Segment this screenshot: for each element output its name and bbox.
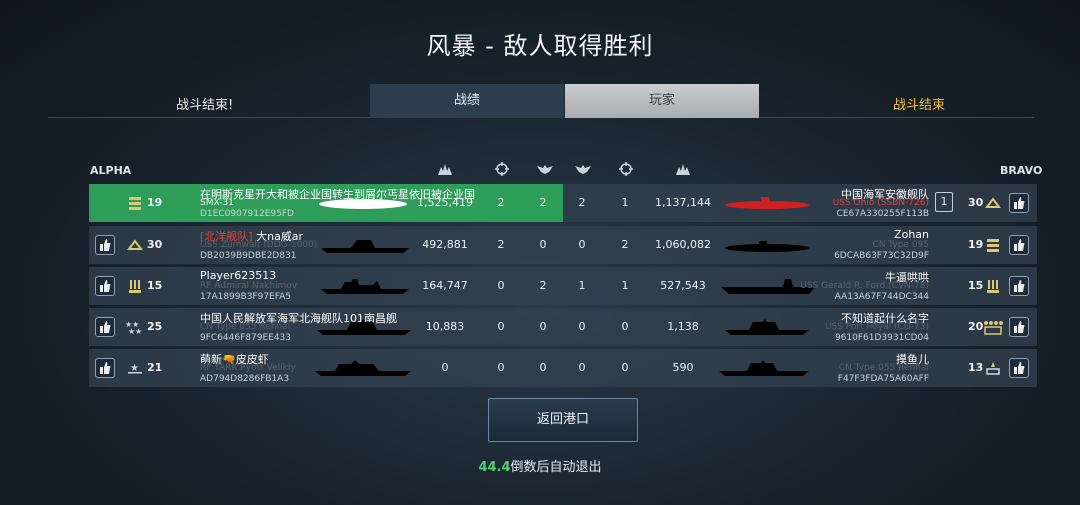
tab-bar: 战斗结束! 战绩 玩家 战斗结束 bbox=[48, 84, 1034, 118]
table-row: ★ ★ ★ ★ 25 中国人民解放军海军北海舰队101南昌舰 CN Type 055 … bbox=[89, 308, 1037, 346]
like-button[interactable] bbox=[1009, 193, 1029, 213]
player-rank: 25 bbox=[147, 320, 163, 333]
damage-icon bbox=[437, 162, 453, 176]
stat-value: 1 bbox=[621, 279, 629, 292]
stat-value: 1,138 bbox=[667, 320, 699, 333]
player-ship: CN Type 055 Renhai bbox=[200, 322, 291, 332]
rank-icon bbox=[985, 360, 1001, 376]
player-rank: 15 bbox=[968, 279, 984, 292]
player-rank: 21 bbox=[147, 361, 163, 374]
like-button[interactable] bbox=[95, 358, 115, 378]
stat-value: 1,060,082 bbox=[655, 238, 711, 251]
left-status-label: 战斗结束! bbox=[176, 98, 234, 113]
player-id: 17A1899B3F97EFA5 bbox=[200, 292, 291, 302]
countdown-text: 倒数后自动退出 bbox=[510, 460, 602, 475]
stat-value: 1 bbox=[621, 196, 629, 209]
like-button[interactable] bbox=[1009, 276, 1029, 296]
submarine-silhouette-icon bbox=[721, 194, 811, 212]
page-title: 风暴 - 敌人取得胜利 bbox=[426, 32, 654, 60]
rank-icon bbox=[985, 237, 1001, 253]
auto-exit-countdown: 44.4倒数后自动退出 bbox=[0, 456, 1080, 475]
tab-stats[interactable]: 战绩 bbox=[370, 84, 564, 118]
player-rank: 15 bbox=[147, 279, 163, 292]
star-rank-icon: ★ bbox=[127, 360, 143, 376]
stat-value: 590 bbox=[672, 361, 694, 374]
player-ship: USS Port Royal (CG-73) bbox=[824, 322, 929, 332]
player-rank: 30 bbox=[968, 196, 984, 209]
return-to-port-button[interactable]: 返回港口 bbox=[488, 398, 638, 442]
stat-value: 10,883 bbox=[425, 320, 465, 333]
player-rank: 30 bbox=[147, 238, 163, 251]
stat-value: 527,543 bbox=[660, 279, 706, 292]
tab-players[interactable]: 玩家 bbox=[565, 84, 759, 118]
submarine-silhouette-icon bbox=[721, 236, 811, 254]
crosshair-icon bbox=[494, 162, 510, 176]
submarine-silhouette-icon bbox=[317, 194, 409, 212]
like-button[interactable] bbox=[95, 276, 115, 296]
ship-silhouette-icon bbox=[725, 318, 809, 336]
like-button[interactable] bbox=[1009, 317, 1029, 337]
rank-icon bbox=[127, 278, 143, 294]
player-id: AD794D8286FB1A3 bbox=[200, 374, 290, 384]
ship-silhouette-icon bbox=[315, 359, 411, 377]
eagle-icon bbox=[575, 162, 591, 176]
player-id: 6DCAB63F73C32D9F bbox=[834, 251, 929, 261]
table-row: ★ 21 萌新🔫皮皮虾 RF TARK Pyotr Velikiy AD794D… bbox=[89, 349, 1037, 387]
player-ship: CN Type 055 Renhai bbox=[838, 363, 929, 373]
team-bravo-label: BRAVO bbox=[1000, 164, 1043, 177]
player-rank: 20 bbox=[968, 320, 984, 333]
crosshair-icon bbox=[618, 162, 634, 176]
table-row: 15 Player623513 RF Admiral Nakhimov 17A1… bbox=[89, 267, 1037, 305]
stat-value: 1,525,419 bbox=[417, 196, 473, 209]
table-row: 30 [北洋舰队] 大na威ar USS Zumwalt (DDG-1000) … bbox=[89, 226, 1037, 264]
ship-silhouette-icon bbox=[317, 318, 411, 336]
stat-value: 0 bbox=[621, 320, 629, 333]
player-ship: CN Type 095 bbox=[872, 240, 929, 250]
stat-value: 1,137,144 bbox=[655, 196, 711, 209]
stat-value: 2 bbox=[621, 238, 629, 251]
stat-value: 492,881 bbox=[422, 238, 468, 251]
ship-silhouette-icon bbox=[321, 236, 409, 254]
rank-icon bbox=[983, 319, 1003, 335]
player-id: F47F3FDA75A60AFF bbox=[837, 374, 929, 384]
damage-icon bbox=[675, 162, 691, 176]
stat-value: 0 bbox=[621, 361, 629, 374]
stars-rank-icon: ★ ★ ★ ★ bbox=[125, 319, 145, 335]
rank-icon bbox=[985, 195, 1001, 211]
player-ship: RF Admiral Nakhimov bbox=[200, 281, 298, 291]
ship-silhouette-icon bbox=[719, 359, 809, 377]
countdown-value: 44.4 bbox=[478, 460, 511, 475]
like-button[interactable] bbox=[1009, 235, 1029, 255]
player-ship: USS Gerald R. Ford (CVN-78) bbox=[800, 281, 929, 291]
ship-silhouette-icon bbox=[321, 277, 409, 295]
right-status-label: 战斗结束 bbox=[893, 98, 946, 113]
player-id: 9610F61D3931CD04 bbox=[834, 333, 929, 343]
player-id: AA13A67F744DC344 bbox=[834, 292, 929, 302]
team-alpha-label: ALPHA bbox=[90, 164, 132, 177]
rank-icon bbox=[127, 195, 143, 211]
svg-text:★: ★ bbox=[135, 327, 142, 335]
player-id: DB2039B9DBE2D831 bbox=[200, 251, 297, 261]
player-rank: 19 bbox=[147, 196, 163, 209]
player-id: CE67A330255F113B bbox=[836, 209, 929, 219]
player-id: D1EC0907912E95FD bbox=[200, 209, 294, 219]
player-ship: USS Zumwalt (DDG-1000) bbox=[200, 240, 318, 250]
player-ship: RF TARK Pyotr Velikiy bbox=[200, 363, 296, 373]
player-ship: SMX-31 bbox=[200, 198, 234, 208]
rank-icon bbox=[985, 278, 1001, 294]
like-button[interactable] bbox=[1009, 358, 1029, 378]
stat-value: 164,747 bbox=[422, 279, 468, 292]
like-button[interactable] bbox=[95, 235, 115, 255]
player-rank: 13 bbox=[968, 361, 984, 374]
player-id: 9FC6446F879EE433 bbox=[200, 333, 291, 343]
table-row: 19 在明斯克星开大和被企业国转生到屑尔丐星依旧被企业国 SMX-31 D1EC… bbox=[89, 184, 1037, 222]
player-rank: 19 bbox=[968, 238, 984, 251]
squad-badge: 1 bbox=[935, 192, 953, 212]
player-ship: USS Ohio (SSBN-726) bbox=[832, 198, 929, 208]
stat-value: 0 bbox=[441, 361, 449, 374]
rank-icon bbox=[127, 237, 143, 253]
eagle-icon bbox=[537, 162, 553, 176]
like-button[interactable] bbox=[95, 317, 115, 337]
